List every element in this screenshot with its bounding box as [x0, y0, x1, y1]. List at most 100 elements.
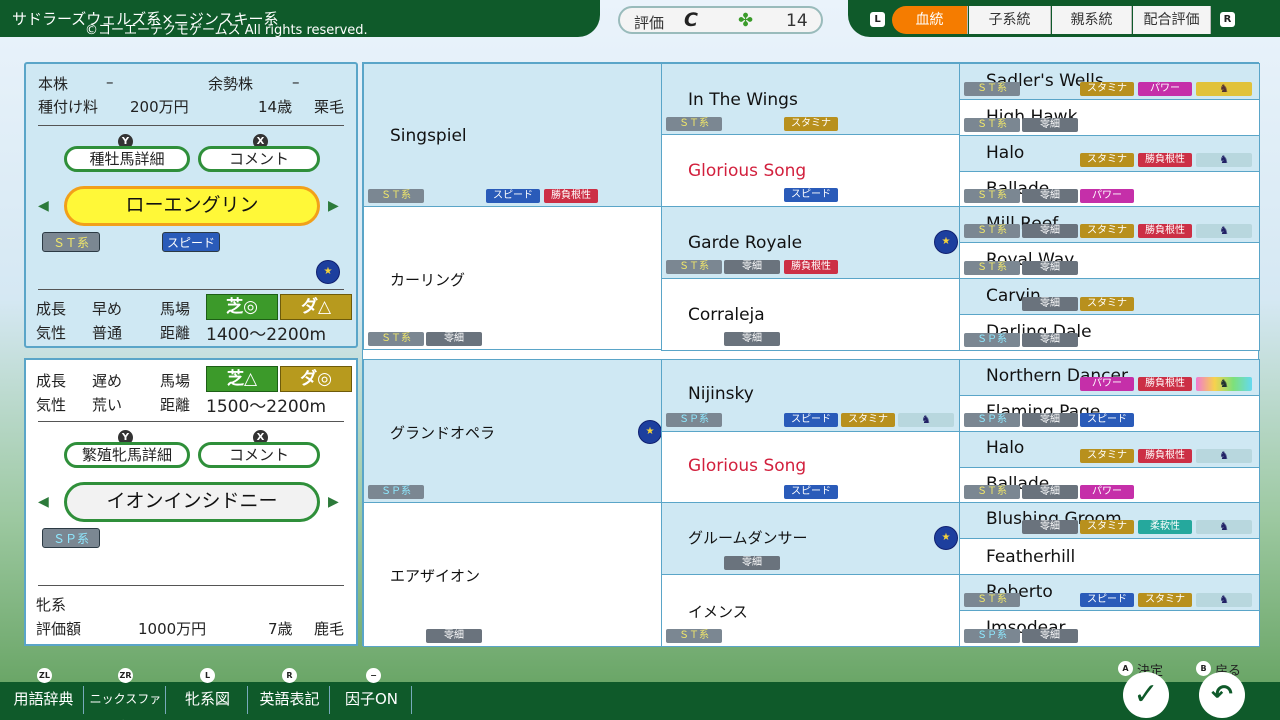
pedigree-cell[interactable]: Royal Way ＳＴ系 零細	[959, 242, 1260, 279]
english-notation-button[interactable]: 英語表記	[250, 686, 330, 714]
pedigree-cell[interactable]: Carvin 零細 スタミナ	[959, 278, 1260, 315]
distance-value: 1400～2200m	[206, 325, 327, 345]
hidden-tag: 零細	[426, 332, 482, 346]
track-label: 馬場	[160, 372, 191, 390]
tab-pedigree[interactable]: 血統	[892, 6, 968, 34]
pedigree-cell[interactable]: Corraleja 零細	[661, 278, 960, 351]
dirt-aptitude: ダ◎	[280, 366, 352, 392]
mare-detail-button[interactable]: 繁殖牝馬詳細	[64, 442, 190, 468]
st-tag: ＳＴ系	[666, 117, 722, 131]
g2-name: Corraleja	[688, 305, 765, 325]
pedigree-cell[interactable]: グルームダンサー 零細 ★	[661, 502, 960, 575]
pedigree-cell[interactable]: Northern Dancer パワー 勝負根性 ♞	[959, 359, 1260, 396]
hidden-tag: 零細	[1022, 224, 1078, 238]
eu-flag-icon: ★	[934, 526, 958, 550]
pedigree-cell[interactable]: Halo スタミナ 勝負根性 ♞	[959, 431, 1260, 468]
a-button-icon: A	[1118, 661, 1133, 676]
stamina-tag: スタミナ	[841, 413, 895, 427]
pedigree-cell[interactable]: Flaming Page ＳＰ系 零細 スピード	[959, 395, 1260, 432]
pedigree-cell[interactable]: Glorious Song スピード	[661, 431, 960, 503]
growth-label: 成長	[36, 372, 67, 390]
eval-label: 評価	[634, 14, 665, 32]
dirt-aptitude: ダ△	[280, 294, 352, 320]
yoseikabu-label: 余勢株	[208, 75, 254, 93]
tab-child-line[interactable]: 子系統	[969, 6, 1051, 34]
growth-label: 成長	[36, 300, 67, 318]
pedigree-cell[interactable]: カーリング ＳＴ系 零細	[363, 206, 662, 350]
power-tag: パワー	[1080, 377, 1134, 391]
growth-value: 遅め	[92, 372, 123, 390]
tab-breeding-eval[interactable]: 配合評価	[1133, 6, 1211, 34]
hidden-tag: 零細	[1022, 485, 1078, 499]
eval-grade: C	[684, 9, 698, 31]
pedigree-cell[interactable]: グランドオペラ ＳＰ系 ★	[363, 359, 662, 503]
pedigree-cell[interactable]: Mill Reef ＳＴ系 零細 スタミナ 勝負根性 ♞	[959, 206, 1260, 243]
divider	[38, 585, 344, 586]
sp-tag: ＳＰ系	[964, 333, 1020, 347]
g2-name: Glorious Song	[688, 456, 807, 476]
eval-count: 14	[786, 11, 808, 31]
evaluation-box: 評価 C ✤ 14	[618, 6, 823, 34]
horse-icon: ♞	[1196, 449, 1252, 463]
pedigree-cell[interactable]: High Hawk ＳＴ系 零細	[959, 99, 1260, 136]
female-line-button[interactable]: 牝系図	[168, 686, 248, 714]
sp-tag: ＳＰ系	[368, 485, 424, 499]
pedigree-cell[interactable]: Featherhill	[959, 538, 1260, 575]
mare-comment-button[interactable]: コメント	[198, 442, 320, 468]
coat-color: 栗毛	[314, 98, 345, 116]
pedigree-cell[interactable]: Blushing Groom 零細 スタミナ 柔軟性 ♞	[959, 502, 1260, 539]
eu-flag-icon: ★	[316, 260, 340, 284]
confirm-check-icon[interactable]: ✓	[1123, 672, 1169, 718]
tab-parent-line[interactable]: 親系統	[1052, 6, 1132, 34]
l-button-icon: L	[870, 12, 885, 27]
pedigree-cell[interactable]: Sadler's Wells ＳＴ系 スタミナ パワー ♞	[959, 63, 1260, 100]
factor-toggle-button[interactable]: 因子ON	[332, 686, 412, 714]
guts-tag: 勝負根性	[1138, 153, 1192, 167]
glossary-button[interactable]: 用語辞典	[4, 686, 84, 714]
horse-icon: ♞	[1196, 520, 1252, 534]
pedigree-cell[interactable]: Garde Royale ＳＴ系 零細 勝負根性 ★	[661, 206, 960, 279]
pedigree-cell[interactable]: Nijinsky ＳＰ系 スピード スタミナ ♞	[661, 359, 960, 432]
stamina-tag: スタミナ	[784, 117, 838, 131]
pedigree-cell[interactable]: Glorious Song スピード	[661, 134, 960, 207]
pedigree-cell[interactable]: In The Wings ＳＴ系 スタミナ	[661, 63, 960, 135]
pedigree-cell[interactable]: Ballade ＳＴ系 零細 パワー	[959, 467, 1260, 503]
honkabu-value: –	[106, 73, 114, 91]
mare-name[interactable]: イオンインシドニー	[64, 482, 320, 522]
dam-name: カーリング	[390, 271, 466, 289]
temper-value: 荒い	[92, 396, 123, 414]
stallion-detail-button[interactable]: 種牡馬詳細	[64, 146, 190, 172]
hidden-tag: 零細	[724, 332, 780, 346]
b-button-icon: B	[1196, 661, 1211, 676]
pedigree-cell[interactable]: Darling Dale ＳＰ系 零細	[959, 314, 1260, 351]
pedigree-cell[interactable]: Ballade ＳＴ系 零細 パワー	[959, 171, 1260, 207]
hidden-tag: 零細	[426, 629, 482, 643]
r-button-icon: R	[282, 668, 297, 683]
tab-bar: L 血統 子系統 親系統 配合評価 R	[848, 0, 1280, 37]
pedigree-cell[interactable]: Halo スタミナ 勝負根性 ♞	[959, 135, 1260, 172]
pedigree-cell[interactable]: エアザイオン 零細	[363, 502, 662, 647]
pedigree-cell[interactable]: Imsodear ＳＰ系 零細	[959, 610, 1260, 647]
back-arrow-icon[interactable]: ↶	[1199, 672, 1245, 718]
sp-tag: ＳＰ系	[964, 413, 1020, 427]
pedigree-cell[interactable]: Singspiel ＳＴ系 スピード 勝負根性	[363, 63, 662, 207]
damsire-name: グランドオペラ	[390, 424, 496, 442]
nicks-file-button[interactable]: ニックスファイル	[86, 686, 166, 720]
pedigree-cell[interactable]: イメンス ＳＴ系	[661, 574, 960, 647]
temper-label: 気性	[36, 324, 67, 342]
arrow-right-icon[interactable]: ▶	[328, 198, 339, 214]
g3-name: Halo	[986, 438, 1025, 458]
growth-value: 早め	[92, 300, 123, 318]
stallion-comment-button[interactable]: コメント	[198, 146, 320, 172]
st-tag: ＳＴ系	[666, 260, 722, 274]
value-label: 評価額	[36, 620, 82, 638]
arrow-left-icon[interactable]: ◀	[38, 198, 49, 214]
st-tag: ＳＴ系	[964, 261, 1020, 275]
divider	[38, 289, 344, 290]
stallion-name[interactable]: ローエングリン	[64, 186, 320, 226]
horse-icon: ♞	[1196, 224, 1252, 238]
arrow-right-icon[interactable]: ▶	[328, 494, 339, 510]
arrow-left-icon[interactable]: ◀	[38, 494, 49, 510]
speed-tag: スピード	[1080, 593, 1134, 607]
pedigree-cell[interactable]: Roberto ＳＴ系 スピード スタミナ ♞	[959, 574, 1260, 611]
